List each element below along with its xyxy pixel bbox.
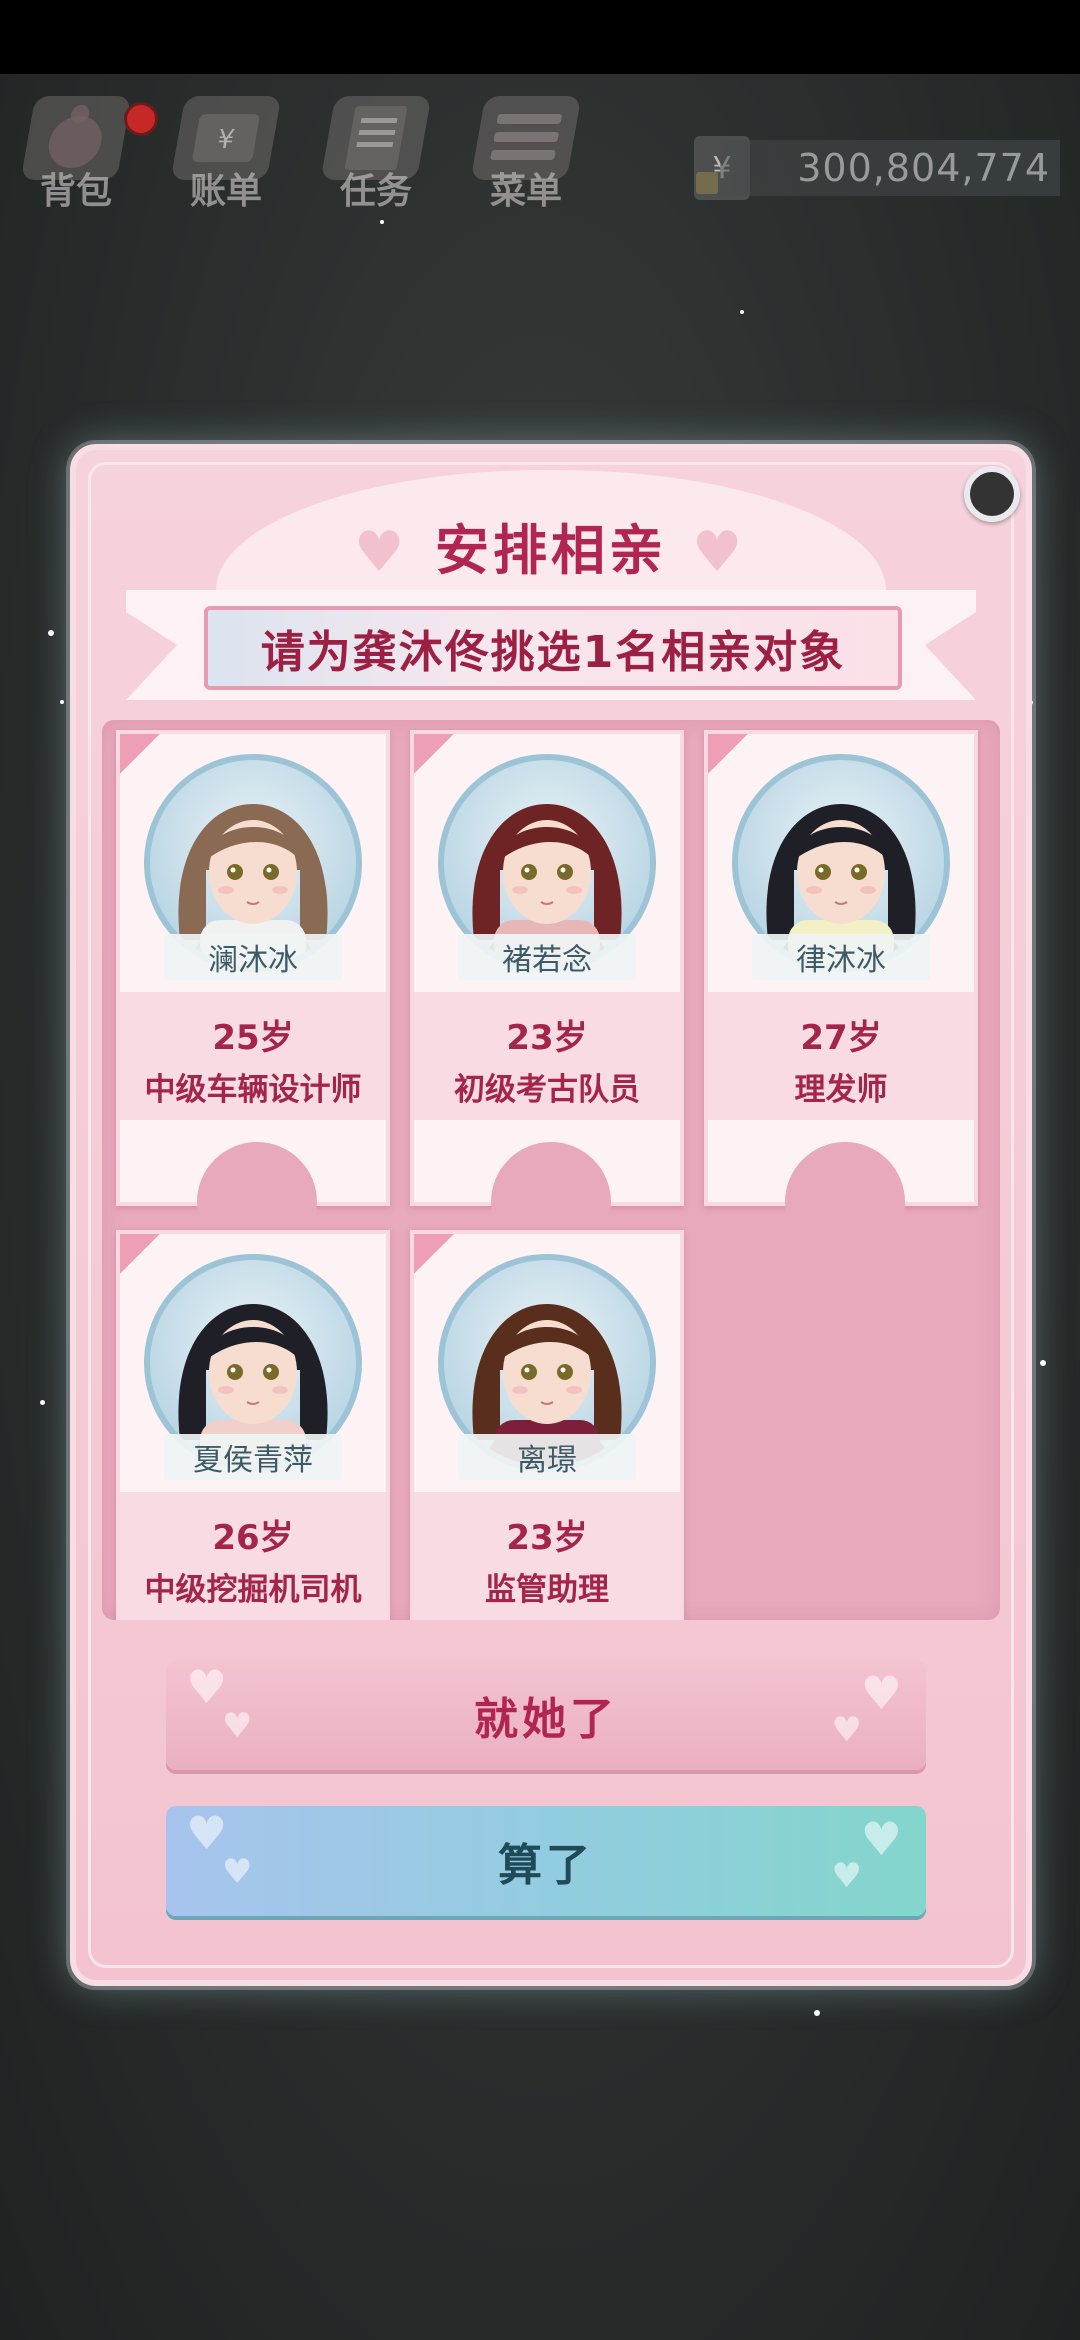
star (60, 700, 64, 704)
candidate-card[interactable]: 夏侯青萍 26岁中级挖掘机司机 (116, 1230, 390, 1620)
bill-label: 账单 (189, 171, 262, 212)
star (48, 630, 54, 636)
menu-label: 菜单 (489, 171, 562, 212)
card-corner (708, 734, 748, 774)
candidate-card[interactable]: 离璟 23岁监管助理 (410, 1230, 684, 1620)
cancel-button[interactable]: ♥ ♥ ♥ ♥ 算了 (166, 1806, 926, 1916)
task-button[interactable]: 任务 (306, 84, 446, 234)
notification-dot (124, 102, 158, 136)
candidate-job: 监管助理 (485, 1572, 609, 1608)
candidate-card[interactable]: 澜沐冰 25岁中级车辆设计师 (116, 730, 390, 1262)
menu-button[interactable]: 菜单 (456, 84, 596, 234)
card-corner (120, 1234, 160, 1274)
dialog-subtitle: 请为龚沐佟挑选1名相亲对象 (204, 606, 902, 690)
candidate-name: 离璟 (458, 1434, 636, 1480)
star (380, 220, 384, 224)
confirm-button[interactable]: ♥ ♥ ♥ ♥ 就她了 (166, 1660, 926, 1770)
star (740, 310, 744, 314)
match-dialog: ♥ ♥ 安排相亲 请为龚沐佟挑选1名相亲对象 澜沐冰 25岁 中级车辆设计师 褚若念 2… (70, 444, 1032, 1986)
star (40, 1400, 45, 1405)
status-bar (0, 0, 1080, 74)
cancel-label: 算了 (498, 1840, 594, 1891)
candidate-job: 初级考古队员 (454, 1072, 640, 1108)
card-notch (785, 1142, 905, 1262)
card-corner (120, 734, 160, 774)
bill-button[interactable]: ¥ 账单 (156, 84, 296, 234)
candidate-name: 律沐冰 (752, 934, 930, 980)
money-display: 300,804,774 (720, 140, 1060, 196)
star (814, 2010, 820, 2016)
candidate-name: 夏侯青萍 (164, 1434, 342, 1480)
candidate-card[interactable]: 褚若念 23岁初级考古队员 (410, 730, 684, 1262)
candidate-card[interactable]: 律沐冰 27岁理发师 (704, 730, 978, 1262)
candidate-age: 23岁 (506, 1518, 588, 1558)
card-corner (414, 734, 454, 774)
backpack-label: 背包 (39, 171, 112, 212)
confirm-label: 就她了 (474, 1694, 618, 1745)
candidate-job: 中级车辆设计师 (144, 1072, 362, 1108)
candidate-age: 25岁 (212, 1018, 294, 1058)
candidate-job: 理发师 (794, 1072, 888, 1108)
star (1040, 1360, 1046, 1366)
candidate-grid: 澜沐冰 25岁 中级车辆设计师 褚若念 23岁 初级考古队员 律沐冰 27岁 理发师 夏侯青萍 26… (102, 720, 1000, 1620)
candidate-age: 23岁 (506, 1018, 588, 1058)
candidate-job: 中级挖掘机司机 (144, 1572, 362, 1608)
candidate-name: 褚若念 (458, 934, 636, 980)
dialog-title: 安排相亲 (435, 519, 667, 582)
backpack-button[interactable]: 背包 (6, 84, 158, 234)
candidate-age: 26岁 (212, 1518, 294, 1558)
candidate-age: 27岁 (800, 1018, 882, 1058)
candidate-name: 澜沐冰 (164, 934, 342, 980)
card-corner (414, 1234, 454, 1274)
top-toolbar: 背包 ¥ 账单 任务 菜单 ¥ 300,804,774 (0, 74, 1080, 244)
task-label: 任务 (339, 171, 412, 212)
